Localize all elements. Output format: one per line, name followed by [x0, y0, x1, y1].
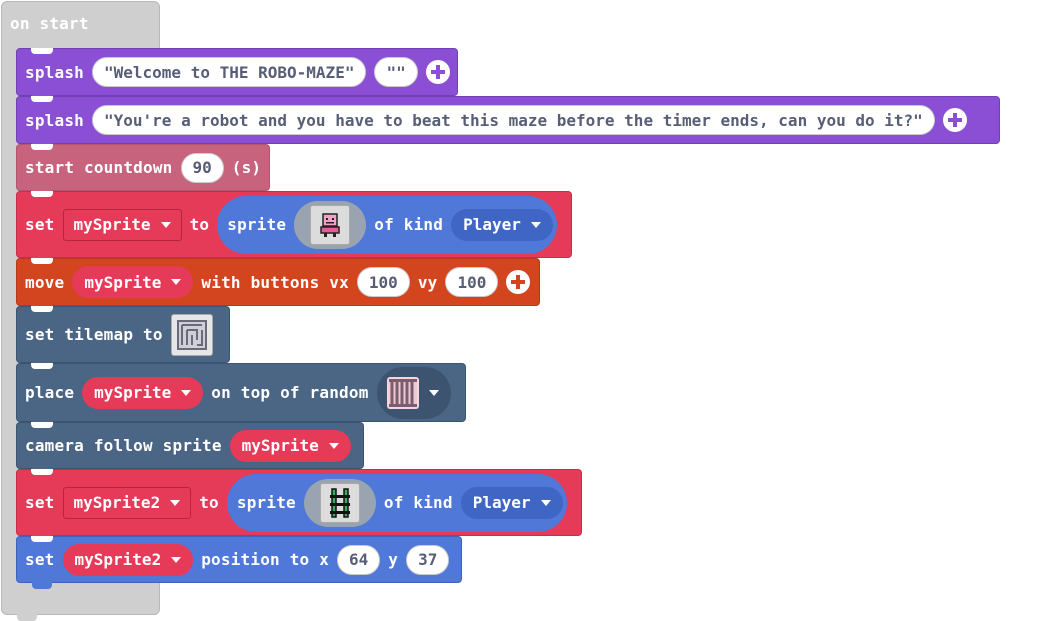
on-start-label: on start: [10, 14, 89, 33]
vy-keyword: vy: [417, 272, 438, 292]
chevron-down-icon: [428, 389, 439, 396]
place-keyword: place: [25, 383, 75, 402]
variable-dropdown[interactable]: mySprite2: [62, 486, 192, 519]
variable-name: mySprite: [84, 272, 162, 292]
move-keyword: move: [25, 272, 65, 292]
kind-name: Player: [463, 215, 521, 234]
variable-name: mySprite2: [73, 493, 161, 512]
set-sprite2-block[interactable]: set mySprite2 to sprite of kind Player: [16, 469, 582, 542]
camera-follow-keyword: camera follow sprite: [25, 436, 222, 455]
of-kind-keyword: of kind: [374, 215, 444, 234]
y-input[interactable]: 37: [406, 544, 450, 575]
to-keyword: to: [189, 215, 210, 234]
gate-tile-icon: [386, 376, 419, 409]
robot-sprite-icon: [310, 204, 351, 245]
set-position-block[interactable]: set mySprite2 position to x 64 y 37: [16, 536, 462, 589]
variable-name: mySprite: [94, 383, 172, 402]
expand-plus-icon[interactable]: [425, 60, 450, 84]
vy-input[interactable]: 100: [445, 267, 499, 297]
variable-name: mySprite: [73, 215, 151, 234]
variable-dropdown[interactable]: mySprite2: [62, 543, 194, 576]
splash-title-input[interactable]: "You're a robot and you have to beat thi…: [92, 105, 935, 135]
to-keyword: to: [199, 493, 219, 512]
countdown-value-input[interactable]: 90: [180, 152, 224, 183]
set-keyword: set: [25, 550, 55, 569]
chevron-down-icon: [160, 221, 171, 228]
set-tilemap-block[interactable]: set tilemap to: [16, 306, 230, 369]
chevron-down-icon: [181, 389, 192, 396]
splash-block-1[interactable]: splash "Welcome to THE ROBO-MAZE" "": [16, 48, 458, 102]
chevron-down-icon: [328, 442, 339, 449]
camera-follow-block[interactable]: camera follow sprite mySprite: [16, 422, 364, 475]
vx-input[interactable]: 100: [356, 267, 410, 297]
variable-name: mySprite: [241, 436, 319, 455]
position-to-keyword: position to x: [201, 550, 330, 569]
chevron-down-icon: [170, 499, 181, 506]
chevron-down-icon: [540, 499, 551, 506]
of-kind-keyword: of kind: [383, 493, 453, 512]
sprite-image-field[interactable]: [303, 478, 376, 527]
kind-name: Player: [472, 493, 531, 512]
chevron-down-icon: [530, 221, 541, 228]
sprite-image-field[interactable]: [294, 200, 367, 249]
kind-dropdown[interactable]: Player: [460, 486, 563, 519]
kind-dropdown[interactable]: Player: [451, 208, 553, 241]
splash-subtitle-input[interactable]: "": [374, 57, 418, 87]
countdown-keyword: start countdown: [25, 158, 173, 177]
sprite-create-block[interactable]: sprite of kind Player: [217, 195, 557, 254]
variable-dropdown[interactable]: mySprite: [229, 429, 351, 462]
variable-name: mySprite2: [74, 550, 162, 569]
start-countdown-block[interactable]: start countdown 90 (s): [16, 144, 270, 197]
expand-plus-icon[interactable]: [942, 108, 967, 132]
y-keyword: y: [388, 550, 399, 569]
countdown-unit-label: (s): [231, 158, 262, 177]
set-keyword: set: [25, 215, 55, 234]
variable-dropdown[interactable]: mySprite: [62, 208, 182, 241]
variable-dropdown[interactable]: mySprite: [82, 376, 204, 409]
splash-keyword: splash: [25, 62, 84, 82]
x-input[interactable]: 64: [337, 544, 381, 575]
sprite-keyword: sprite: [236, 493, 296, 512]
variable-dropdown[interactable]: mySprite: [72, 266, 194, 298]
set-sprite-block[interactable]: set mySprite to sprite of kind Player: [16, 191, 572, 264]
splash-title-input[interactable]: "Welcome to THE ROBO-MAZE": [92, 57, 367, 87]
splash-keyword: splash: [25, 110, 84, 130]
on-top-keyword: on top of random: [211, 383, 369, 402]
place-on-random-block[interactable]: place mySprite on top of random: [16, 363, 466, 428]
set-tilemap-keyword: set tilemap to: [25, 325, 163, 344]
set-keyword: set: [25, 493, 55, 512]
with-buttons-keyword: with buttons vx: [201, 272, 349, 292]
move-with-buttons-block[interactable]: move mySprite with buttons vx 100 vy 100: [16, 258, 540, 312]
splash-block-2[interactable]: splash "You're a robot and you have to b…: [16, 96, 1000, 150]
ladder-sprite-icon: [319, 482, 360, 523]
chevron-down-icon: [171, 279, 182, 285]
maze-tilemap-icon[interactable]: [170, 313, 213, 356]
sprite-keyword: sprite: [227, 215, 287, 234]
sprite-create-block[interactable]: sprite of kind Player: [226, 473, 567, 532]
expand-plus-icon[interactable]: [506, 270, 531, 294]
chevron-down-icon: [171, 556, 182, 563]
tile-dropdown[interactable]: [376, 366, 451, 419]
